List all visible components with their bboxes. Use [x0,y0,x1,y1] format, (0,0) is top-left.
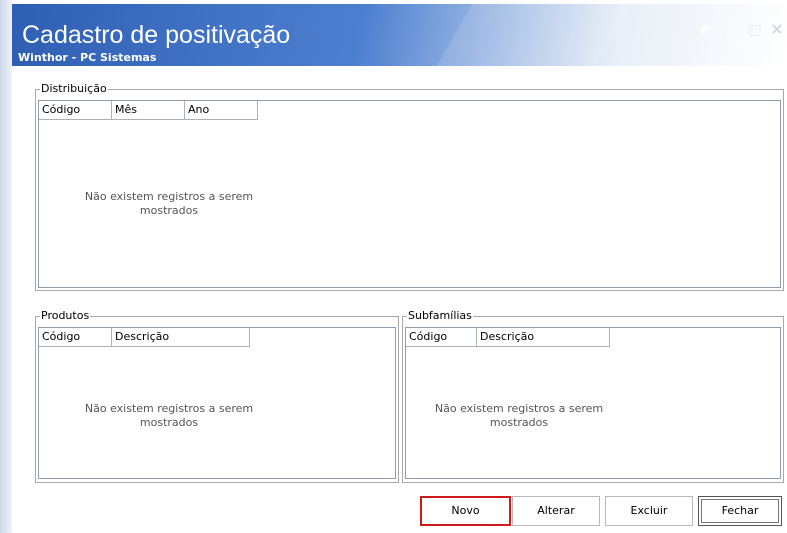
novo-button[interactable]: Novo [420,496,511,526]
subfamilias-grid[interactable]: Código Descrição Não existem registros a… [405,327,781,479]
produtos-group: Produtos Código Descrição Não existem re… [35,309,399,483]
column-header-mes[interactable]: Mês [112,101,185,119]
minimize-icon[interactable]: _ [723,22,739,38]
column-header-ano[interactable]: Ano [185,101,258,119]
column-header-codigo[interactable]: Código [406,328,477,346]
window-subtitle: Winthor - PC Sistemas [18,51,157,64]
restore-icon[interactable]: ◩ [698,22,714,38]
window: Cadastro de positivação Winthor - PC Sis… [0,0,787,533]
excluir-button[interactable]: Excluir [605,496,693,526]
subfamilias-empty-message: Não existem registros a serem mostrados [434,402,604,429]
column-header-codigo[interactable]: Código [39,101,112,119]
column-header-descricao[interactable]: Descrição [477,328,610,346]
alterar-button[interactable]: Alterar [512,496,600,526]
distribuicao-grid-header: Código Mês Ano [39,101,258,120]
close-icon[interactable]: ✕ [769,22,785,38]
window-title: Cadastro de positivação [22,21,291,49]
produtos-grid[interactable]: Código Descrição Não existem registros a… [38,327,396,479]
subfamilias-group: Subfamílias Código Descrição Não existem… [402,309,784,483]
subfamilias-grid-header: Código Descrição [406,328,610,347]
maximize-icon[interactable]: □ [747,22,763,38]
produtos-grid-header: Código Descrição [39,328,250,347]
title-bar-decoration [420,4,644,66]
fechar-button[interactable]: Fechar [698,496,782,526]
title-bar[interactable]: Cadastro de positivação Winthor - PC Sis… [12,4,787,66]
distribuicao-group-label: Distribuição [40,82,108,96]
distribuicao-grid[interactable]: Código Mês Ano Não existem registros a s… [38,100,781,288]
produtos-group-label: Produtos [40,309,91,323]
column-header-codigo[interactable]: Código [39,328,112,346]
produtos-empty-message: Não existem registros a serem mostrados [84,402,254,429]
distribuicao-group: Distribuição Código Mês Ano Não existem … [35,82,784,291]
distribuicao-empty-message: Não existem registros a serem mostrados [84,190,254,217]
subfamilias-group-label: Subfamílias [407,309,473,323]
column-header-descricao[interactable]: Descrição [112,328,250,346]
window-frame-left [0,0,12,533]
